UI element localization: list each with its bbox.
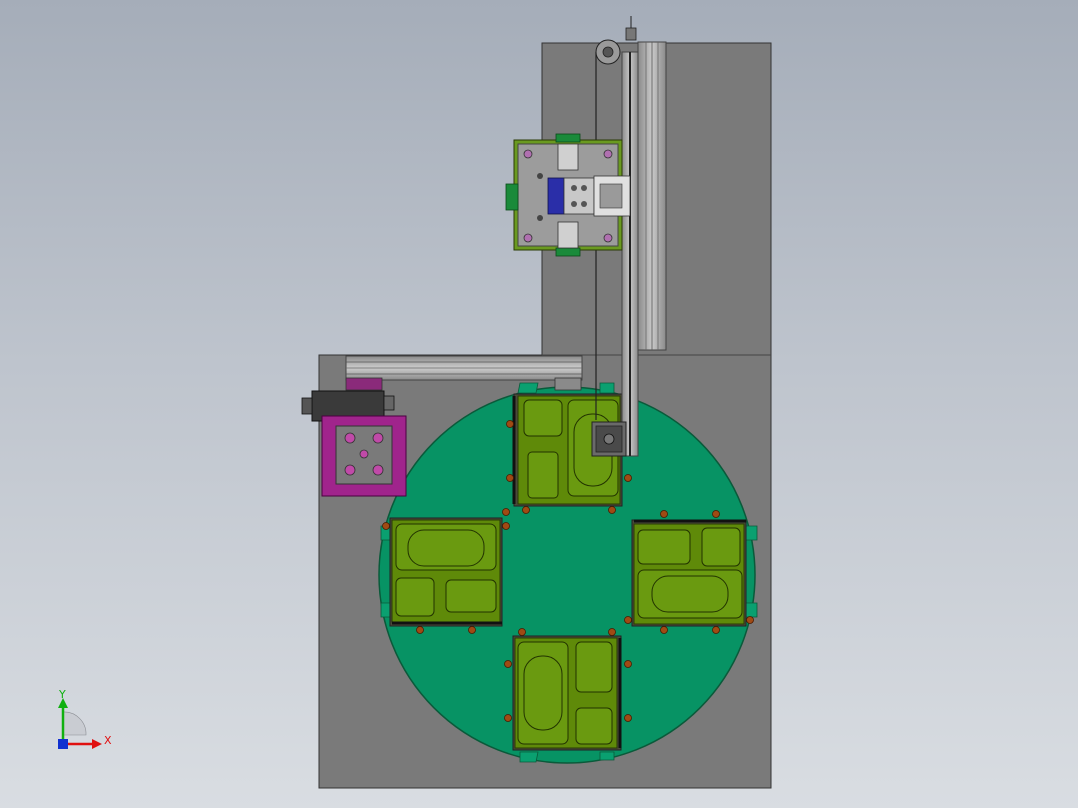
clamp-fixture[interactable]	[321, 415, 407, 497]
servo-motor-left[interactable]	[301, 377, 395, 422]
tray-station-bottom[interactable]	[512, 635, 622, 751]
triad-x-label: X	[104, 734, 112, 747]
tray-station-left[interactable]	[389, 517, 503, 627]
gripper-fixture[interactable]	[505, 133, 631, 257]
coordinate-triad: Y X	[58, 688, 112, 749]
lift-motor[interactable]	[591, 421, 627, 457]
triad-y-label: Y	[58, 688, 66, 701]
cad-viewport[interactable]: Y X	[0, 0, 1078, 808]
tray-station-right[interactable]	[631, 519, 747, 627]
